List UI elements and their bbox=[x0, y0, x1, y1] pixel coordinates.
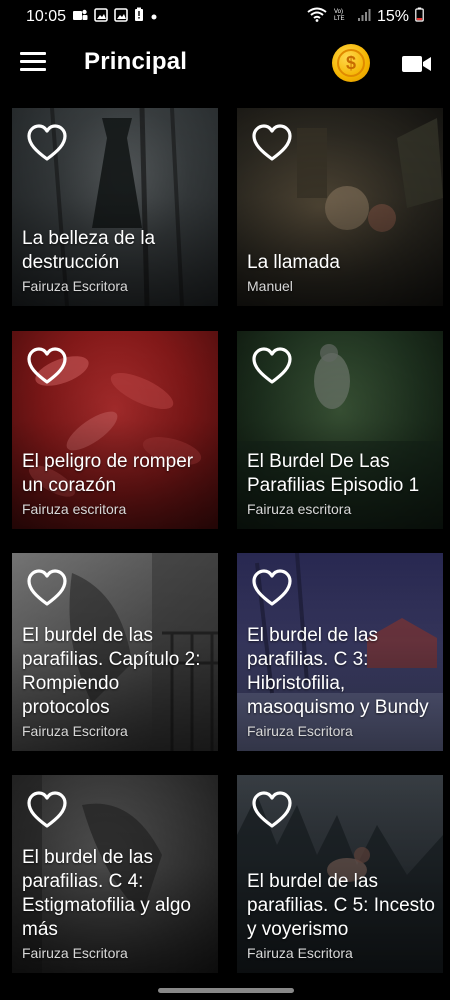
card-text: El burdel de las parafilias. C 5: Incest… bbox=[247, 870, 435, 961]
card-title: La belleza de la destrucción bbox=[22, 228, 156, 273]
card-author: Fairuza Escritora bbox=[22, 945, 128, 961]
heart-icon[interactable] bbox=[26, 124, 68, 164]
card-author: Fairuza Escritora bbox=[247, 723, 353, 739]
story-card[interactable]: El burdel de las parafilias. C 3: Hibris… bbox=[237, 553, 443, 751]
heart-icon[interactable] bbox=[251, 569, 293, 609]
battery-icon bbox=[415, 7, 424, 27]
card-title: El burdel de las parafilias. Capítulo 2:… bbox=[22, 625, 201, 718]
card-author: Fairuza Escritora bbox=[247, 945, 353, 961]
story-card[interactable]: El peligro de romper un corazón Fairuza … bbox=[12, 331, 218, 529]
card-author: Fairuza escritora bbox=[22, 501, 127, 517]
card-title: El burdel de las parafilias. C 4: Estigm… bbox=[22, 847, 191, 940]
menu-icon-line bbox=[20, 68, 46, 71]
signal-icon bbox=[357, 8, 371, 27]
card-text: El burdel de las parafilias. Capítulo 2:… bbox=[22, 624, 210, 739]
heart-icon[interactable] bbox=[251, 347, 293, 387]
card-text: El burdel de las parafilias. C 4: Estigm… bbox=[22, 846, 210, 961]
card-title: La llamada bbox=[247, 252, 340, 273]
image-icon bbox=[94, 7, 108, 27]
dollar-coin-icon: $ bbox=[337, 49, 365, 77]
status-time: 10:05 bbox=[26, 8, 67, 25]
heart-icon[interactable] bbox=[251, 791, 293, 831]
heart-icon[interactable] bbox=[26, 347, 68, 387]
video-camera-icon[interactable] bbox=[402, 54, 432, 74]
wifi-icon bbox=[307, 7, 327, 27]
coin-button[interactable]: $ bbox=[332, 44, 370, 82]
card-author: Manuel bbox=[247, 278, 293, 294]
heart-icon[interactable] bbox=[26, 569, 68, 609]
card-author: Fairuza Escritora bbox=[22, 278, 128, 294]
menu-icon-line bbox=[20, 60, 46, 63]
battery-percent: 15% bbox=[376, 8, 409, 25]
menu-icon-line bbox=[20, 52, 46, 55]
page-title: Principal bbox=[84, 48, 188, 75]
card-text: La belleza de la destrucción Fairuza Esc… bbox=[22, 227, 210, 294]
card-text: La llamada Manuel bbox=[247, 251, 435, 294]
teams-icon bbox=[72, 8, 88, 27]
card-text: El peligro de romper un corazón Fairuza … bbox=[22, 450, 210, 517]
card-title: El burdel de las parafilias. C 5: Incest… bbox=[247, 871, 435, 940]
battery-alert-icon bbox=[134, 7, 144, 27]
heart-icon[interactable] bbox=[251, 124, 293, 164]
card-author: Fairuza escritora bbox=[247, 501, 352, 517]
story-card[interactable]: El burdel de las parafilias. Capítulo 2:… bbox=[12, 553, 218, 751]
story-card[interactable]: La llamada Manuel bbox=[237, 108, 443, 306]
app-bar: Principal $ bbox=[0, 34, 450, 94]
card-title: El Burdel De Las Parafilias Episodio 1 bbox=[247, 451, 420, 496]
card-author: Fairuza Escritora bbox=[22, 723, 128, 739]
card-text: El burdel de las parafilias. C 3: Hibris… bbox=[247, 624, 435, 739]
story-card[interactable]: El burdel de las parafilias. C 5: Incest… bbox=[237, 775, 443, 973]
card-title: El burdel de las parafilias. C 3: Hibris… bbox=[247, 625, 429, 718]
story-card[interactable]: La belleza de la destrucción Fairuza Esc… bbox=[12, 108, 218, 306]
svg-text:Vo): Vo) bbox=[334, 9, 343, 15]
notification-dot bbox=[150, 8, 158, 26]
heart-icon[interactable] bbox=[26, 791, 68, 831]
story-card[interactable]: El Burdel De Las Parafilias Episodio 1 F… bbox=[237, 331, 443, 529]
gesture-nav-bar[interactable] bbox=[158, 988, 294, 993]
menu-button[interactable] bbox=[20, 52, 46, 74]
svg-text:LTE: LTE bbox=[334, 16, 345, 22]
volte-icon: Vo) LTE bbox=[333, 7, 351, 27]
card-text: El Burdel De Las Parafilias Episodio 1 F… bbox=[247, 450, 435, 517]
image-icon bbox=[114, 7, 128, 27]
status-bar: 10:05 Vo) LTE 15% bbox=[0, 0, 450, 34]
story-card[interactable]: El burdel de las parafilias. C 4: Estigm… bbox=[12, 775, 218, 973]
card-title: El peligro de romper un corazón bbox=[22, 451, 194, 496]
